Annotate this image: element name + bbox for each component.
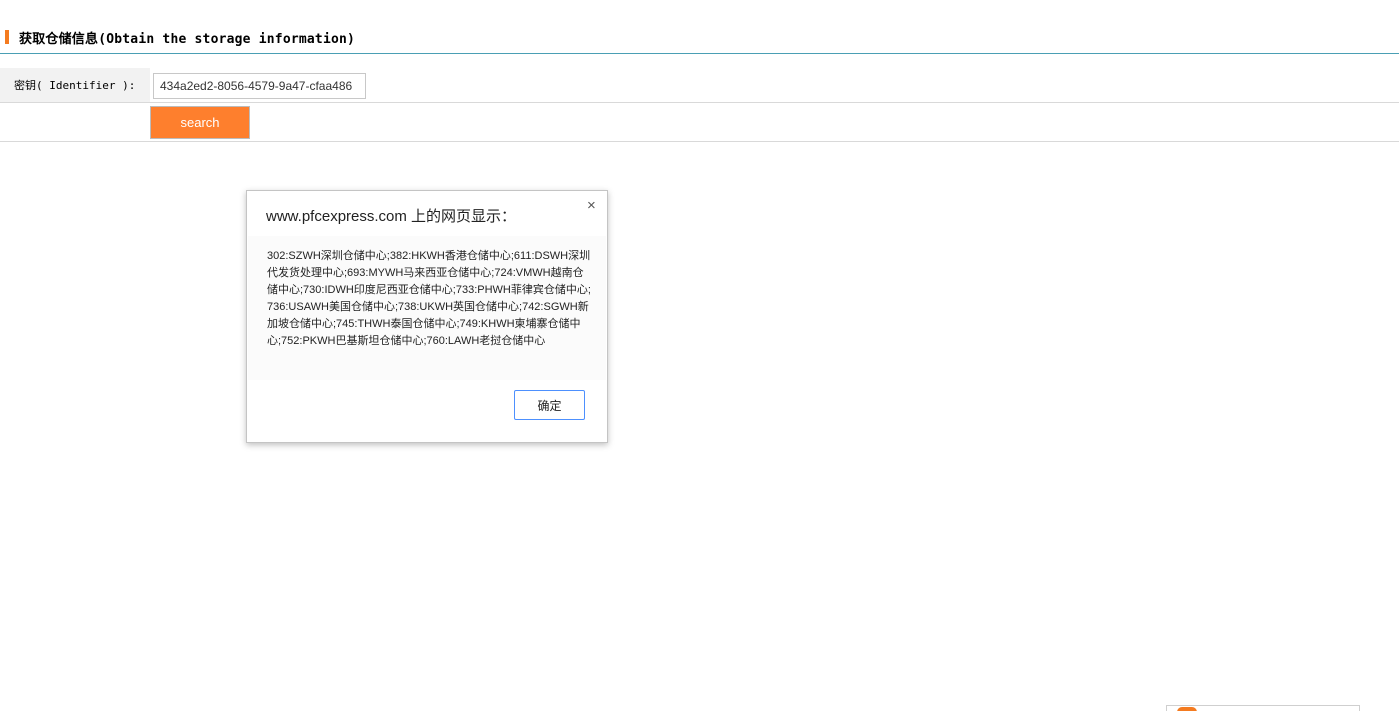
search-button[interactable]: search [150, 106, 250, 139]
ok-button[interactable]: 确定 [514, 390, 585, 420]
title-accent-bar [5, 30, 9, 44]
logo-icon [1177, 707, 1197, 711]
identifier-input[interactable] [153, 73, 366, 99]
identifier-label-cell: 密钥( Identifier ): [0, 68, 150, 102]
identifier-row: 密钥( Identifier ): [0, 68, 1399, 103]
identifier-label: 密钥( Identifier ): [14, 79, 136, 92]
alert-dialog: www.pfcexpress.com 上的网页显示： × 302:SZWH深圳仓… [246, 190, 608, 443]
corner-widget[interactable] [1166, 705, 1360, 711]
page-title: 获取仓储信息(Obtain the storage information) [19, 32, 356, 47]
search-row: search [0, 103, 1399, 142]
close-icon[interactable]: × [587, 198, 596, 213]
dialog-body: 302:SZWH深圳仓储中心;382:HKWH香港仓储中心;611:DSWH深圳… [248, 236, 606, 380]
dialog-title: www.pfcexpress.com 上的网页显示： [266, 208, 517, 225]
dialog-message: 302:SZWH深圳仓储中心;382:HKWH香港仓储中心;611:DSWH深圳… [267, 250, 591, 347]
section-header: 获取仓储信息(Obtain the storage information) [0, 0, 1399, 54]
